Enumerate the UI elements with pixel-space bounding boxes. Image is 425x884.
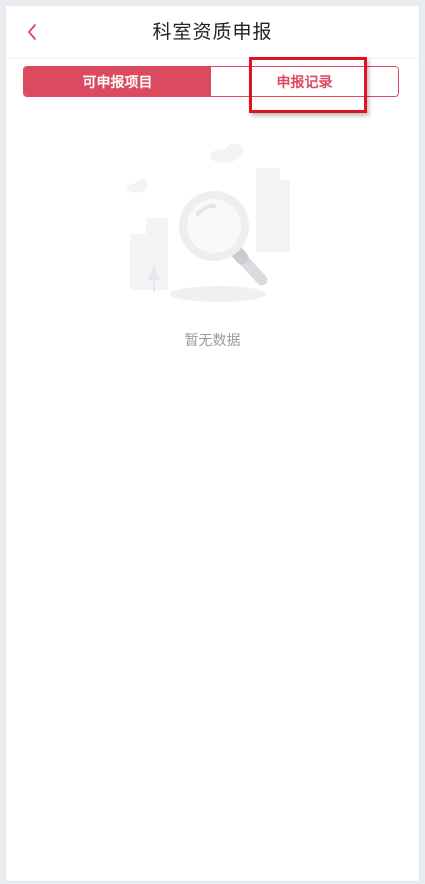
tab-available-projects[interactable]: 可申报项目 (24, 67, 211, 96)
magnifier-empty-illustration (127, 144, 290, 302)
tab-application-records[interactable]: 申报记录 (211, 67, 398, 96)
segmented-tabs: 可申报项目 申报记录 (23, 66, 399, 97)
empty-state-message: 暂无数据 (184, 333, 241, 349)
app-window: 科室资质申报 可申报项目 申报记录 暂无数据 (6, 6, 419, 881)
page-title: 科室资质申报 (152, 21, 273, 43)
top-nav-bar: 科室资质申报 (6, 6, 419, 59)
